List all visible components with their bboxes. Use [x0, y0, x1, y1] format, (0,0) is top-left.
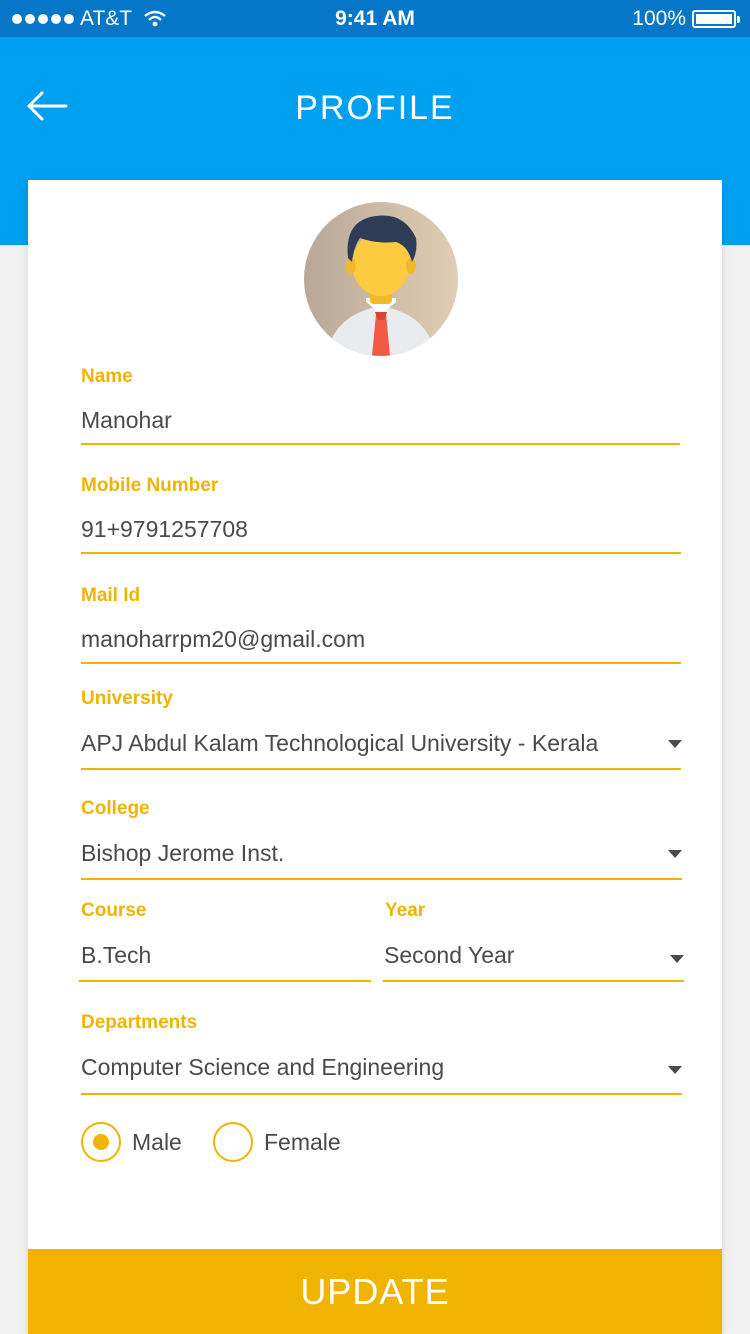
mobile-input[interactable]: 91+9791257708	[81, 516, 248, 543]
mail-input[interactable]: manoharrpm20@gmail.com	[81, 626, 365, 653]
name-label: Name	[81, 366, 133, 387]
name-underline	[81, 443, 680, 445]
university-dropdown[interactable]: University APJ Abdul Kalam Technological…	[81, 688, 691, 772]
department-label: Departments	[81, 1012, 198, 1033]
course-underline	[79, 980, 371, 982]
status-bar: AT&T 9:41 AM 100%	[0, 0, 750, 37]
radio-unselected-icon[interactable]	[213, 1122, 253, 1162]
name-input[interactable]: Manohar	[81, 407, 172, 434]
mobile-underline	[81, 552, 681, 554]
year-label: Year	[385, 900, 426, 921]
chevron-down-icon[interactable]	[668, 1066, 682, 1074]
college-underline	[81, 878, 682, 880]
year-underline	[383, 980, 684, 982]
avatar[interactable]	[304, 202, 458, 356]
department-value[interactable]: Computer Science and Engineering	[81, 1054, 444, 1081]
college-value[interactable]: Bishop Jerome Inst.	[81, 840, 284, 867]
mail-label: Mail Id	[81, 585, 141, 606]
chevron-down-icon[interactable]	[668, 740, 682, 748]
department-dropdown[interactable]: Departments Computer Science and Enginee…	[81, 1012, 691, 1096]
university-label: University	[81, 688, 173, 709]
radio-female-label: Female	[264, 1128, 341, 1155]
battery-info: 100%	[632, 7, 740, 31]
battery-icon	[692, 10, 740, 28]
university-value[interactable]: APJ Abdul Kalam Technological University…	[81, 730, 598, 757]
chevron-down-icon[interactable]	[670, 955, 684, 963]
radio-selected-icon[interactable]	[81, 1122, 121, 1162]
mail-underline	[81, 662, 681, 664]
user-avatar-icon	[304, 202, 458, 356]
course-field: Course B.Tech	[79, 900, 372, 984]
radio-female[interactable]: Female	[213, 1122, 341, 1162]
college-label: College	[81, 798, 150, 819]
year-value[interactable]: Second Year	[384, 942, 514, 969]
radio-male[interactable]: Male	[81, 1122, 182, 1162]
radio-male-label: Male	[132, 1128, 182, 1155]
mobile-field: Mobile Number 91+9791257708	[81, 475, 681, 555]
page-title: PROFILE	[295, 89, 455, 127]
college-dropdown[interactable]: College Bishop Jerome Inst.	[81, 798, 691, 882]
department-underline	[81, 1093, 682, 1095]
update-button[interactable]: UPDATE	[28, 1249, 722, 1334]
profile-card: Name Manohar Mobile Number 91+9791257708…	[28, 180, 722, 1334]
course-input[interactable]: B.Tech	[81, 942, 151, 969]
course-label: Course	[81, 900, 147, 921]
mail-field: Mail Id manoharrpm20@gmail.com	[81, 585, 681, 665]
chevron-down-icon[interactable]	[668, 850, 682, 858]
battery-label: 100%	[632, 7, 686, 30]
year-dropdown[interactable]: Year Second Year	[383, 900, 685, 984]
mobile-label: Mobile Number	[81, 475, 219, 496]
name-field: Name Manohar	[81, 366, 681, 446]
university-underline	[81, 768, 681, 770]
